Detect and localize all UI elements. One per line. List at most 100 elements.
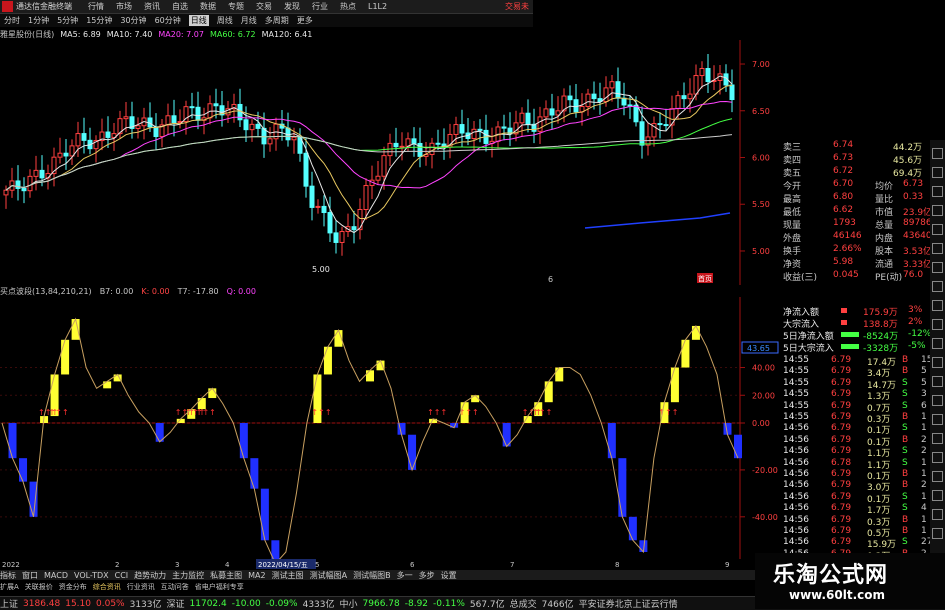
toolbar-icon[interactable]	[932, 338, 943, 349]
indicator-tab[interactable]: 测试幅图B	[353, 570, 391, 581]
period-tab[interactable]: 15分钟	[86, 15, 112, 26]
toolbar-icon[interactable]	[932, 243, 943, 254]
period-tab[interactable]: 月线	[241, 15, 257, 26]
kline-tag[interactable]: 首页	[698, 274, 712, 283]
info-tab[interactable]: 资金分布	[59, 582, 87, 592]
tick-row[interactable]: 14:56 6.79 1.1万 S 2	[783, 446, 927, 459]
indicator-tab[interactable]: 多步	[419, 570, 435, 581]
period-tab[interactable]: 多周期	[265, 15, 289, 26]
indicator-chart[interactable]: 40.00 20.00 0.00 -20.00 -40.00 ↑↑↑ ↑↑↑ ↑↑↑ ↑↑↑ ↑…	[0, 297, 780, 559]
toolbar-icon[interactable]	[932, 528, 943, 539]
tick-row[interactable]: 14:56 6.79 0.1万 S 1	[783, 423, 927, 436]
quote-row: 收益(三) 0.045 PE(动) 76.0	[783, 270, 923, 283]
menu-market[interactable]: 市场	[116, 1, 132, 12]
candle-body	[135, 125, 141, 129]
tick-row[interactable]: 14:56 6.79 0.5万 B 1	[783, 526, 927, 539]
menu-news[interactable]: 资讯	[144, 1, 160, 12]
indicator-axis-label: -40.00	[752, 513, 778, 522]
indicator-tab[interactable]: MA2	[248, 571, 265, 580]
tick-row[interactable]: 14:56 6.79 0.1万 S 1	[783, 492, 927, 505]
tick-row[interactable]: 14:56 6.79 3.0万 B 2	[783, 480, 927, 493]
toolbar-icon[interactable]	[932, 186, 943, 197]
period-tab[interactable]: 60分钟	[155, 15, 181, 26]
toolbar-icon[interactable]	[932, 319, 943, 330]
indicator-tab[interactable]: CCI	[115, 571, 129, 580]
trade-account-button[interactable]: 交易未	[505, 1, 529, 12]
tick-row[interactable]: 14:56 6.79 0.1万 B 2	[783, 435, 927, 448]
tick-row[interactable]: 14:56 6.78 1.1万 S 1	[783, 458, 927, 471]
indicator-tab[interactable]: MACD	[44, 571, 68, 580]
period-tab[interactable]: 周线	[217, 15, 233, 26]
toolbar-icon[interactable]	[932, 281, 943, 292]
tick-row[interactable]: 14:56 6.79 1.7万 S 4	[783, 503, 927, 516]
toolbar-icon[interactable]	[932, 490, 943, 501]
tick-row[interactable]: 14:55 6.79 0.7万 S 6	[783, 401, 927, 414]
menu-hotspot[interactable]: 热点	[340, 1, 356, 12]
tick-price: 6.79	[831, 526, 852, 536]
indicator-tab[interactable]: 指标	[0, 570, 16, 581]
watermark-title: 乐淘公式网	[773, 563, 889, 588]
tick-row[interactable]: 14:56 6.79 15.9万 S 27	[783, 537, 932, 550]
indicator-bar-down	[8, 423, 17, 459]
candle-body	[639, 121, 645, 146]
tick-row[interactable]: 14:55 6.79 3.4万 B 5	[783, 366, 927, 379]
tick-row[interactable]: 14:56 6.79 0.1万 B 1	[783, 469, 927, 482]
indicator-tab[interactable]: 私募主图	[210, 570, 242, 581]
menu-l1l2[interactable]: L1L2	[368, 2, 387, 11]
info-tab[interactable]: 关联报价	[25, 582, 53, 592]
period-tab[interactable]: 更多	[297, 15, 313, 26]
toolbar-icon[interactable]	[932, 376, 943, 387]
toolbar-icon[interactable]	[932, 414, 943, 425]
tick-price: 6.79	[831, 377, 852, 388]
period-tab[interactable]: 1分钟	[28, 15, 49, 26]
indicator-tab[interactable]: 设置	[441, 570, 457, 581]
toolbar-icon[interactable]	[932, 262, 943, 273]
toolbar-icon[interactable]	[932, 433, 943, 444]
menu-discover[interactable]: 发现	[284, 1, 300, 12]
candle-body	[303, 152, 309, 187]
toolbar-icon[interactable]	[932, 509, 943, 520]
period-tab[interactable]: 30分钟	[120, 15, 146, 26]
menu-industry[interactable]: 行业	[312, 1, 328, 12]
menu-watchlist[interactable]: 自选	[172, 1, 188, 12]
indicator-tab[interactable]: 趋势动力	[134, 570, 166, 581]
tick-row[interactable]: 14:55 6.79 1.3万 S 3	[783, 389, 927, 402]
period-bar: 分时 1分钟 5分钟 15分钟 30分钟 60分钟 日线 周线 月线 多周期 更…	[0, 14, 533, 27]
menu-trade[interactable]: 交易	[256, 1, 272, 12]
toolbar-icon[interactable]	[932, 148, 943, 159]
toolbar-icon[interactable]	[932, 357, 943, 368]
info-tab[interactable]: 省电户福利专享	[195, 582, 244, 592]
period-tab-selected[interactable]: 日线	[188, 15, 209, 26]
toolbar-icon[interactable]	[932, 452, 943, 463]
indicator-tab[interactable]: VOL-TDX	[74, 571, 109, 580]
time-axis-label: 8	[615, 561, 619, 569]
toolbar-icon[interactable]	[932, 167, 943, 178]
indicator-tab[interactable]: 主力监控	[172, 570, 204, 581]
tick-row[interactable]: 14:55 6.79 14.7万 S 5	[783, 377, 927, 391]
menu-data[interactable]: 数据	[200, 1, 216, 12]
tick-row[interactable]: 14:55 6.79 0.3万 B 1	[783, 412, 927, 425]
indicator-bar-down	[239, 423, 248, 459]
toolbar-icon[interactable]	[932, 205, 943, 216]
info-tab[interactable]: 互动问答	[161, 582, 189, 592]
toolbar-icon[interactable]	[932, 224, 943, 235]
indicator-tab[interactable]: 测试幅图A	[310, 570, 347, 581]
indicator-tab[interactable]: 窗口	[22, 570, 38, 581]
toolbar-icon[interactable]	[932, 471, 943, 482]
toolbar-icon[interactable]	[932, 395, 943, 406]
indicator-tab[interactable]: 测试主图	[272, 570, 304, 581]
info-tab[interactable]: 扩展A	[0, 582, 19, 592]
menu-topics[interactable]: 专题	[228, 1, 244, 12]
info-tab[interactable]: 行业资讯	[127, 582, 155, 592]
candle-body	[705, 68, 711, 83]
kline-chart[interactable]: 7.00 6.50 6.00 5.50 5.00 5.00 6 首页	[0, 40, 780, 285]
ma-line	[584, 212, 731, 229]
period-tab[interactable]: 5分钟	[57, 15, 78, 26]
period-tab[interactable]: 分时	[4, 15, 20, 26]
indicator-tab[interactable]: 多一	[397, 570, 413, 581]
tick-row[interactable]: 14:56 6.79 0.3万 B 1	[783, 515, 927, 528]
info-tab[interactable]: 综合资讯	[93, 582, 121, 592]
menu-quotes[interactable]: 行情	[88, 1, 104, 12]
toolbar-icon[interactable]	[932, 300, 943, 311]
tick-row[interactable]: 14:55 6.79 17.4万 B 15	[783, 355, 932, 368]
